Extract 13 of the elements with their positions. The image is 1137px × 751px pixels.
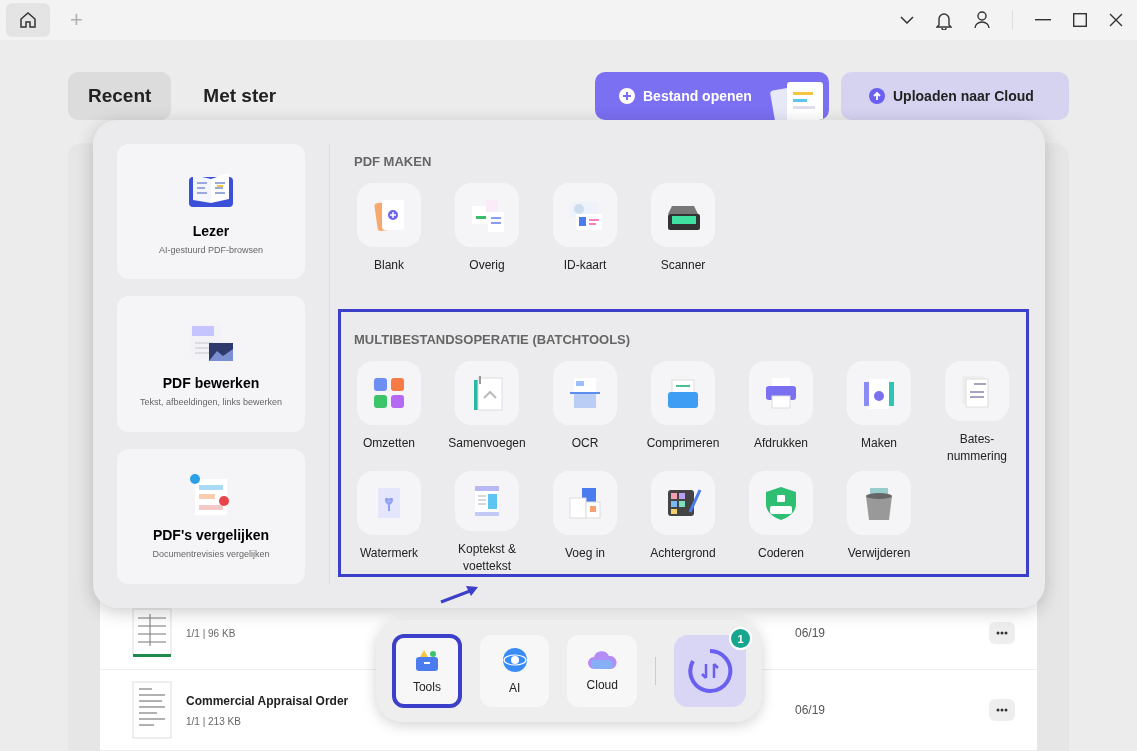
file-date: 06/19: [794, 703, 825, 717]
feature-description: Documentrevisies vergelijken: [152, 549, 270, 560]
feature-title: PDF bewerken: [162, 375, 260, 391]
feature-description: AI-gestuurd PDF-browsen: [159, 244, 264, 255]
count-badge: 1: [729, 627, 752, 650]
file-info: 1/1 | 213 KB: [186, 715, 242, 727]
section-title: PDF MAKEN: [354, 154, 433, 169]
feature-title: Lezer: [192, 222, 230, 239]
file-name: Commercial Appraisal Order: [186, 693, 350, 708]
feature-title: PDF's vergelijken: [152, 527, 270, 544]
feature-description: Tekst, afbeeldingen, links bewerken: [139, 397, 283, 407]
file-date: 06/19: [794, 626, 825, 640]
section-title: MULTIBESTANDSOPERATIE (BATCHTOOLS): [354, 332, 632, 347]
